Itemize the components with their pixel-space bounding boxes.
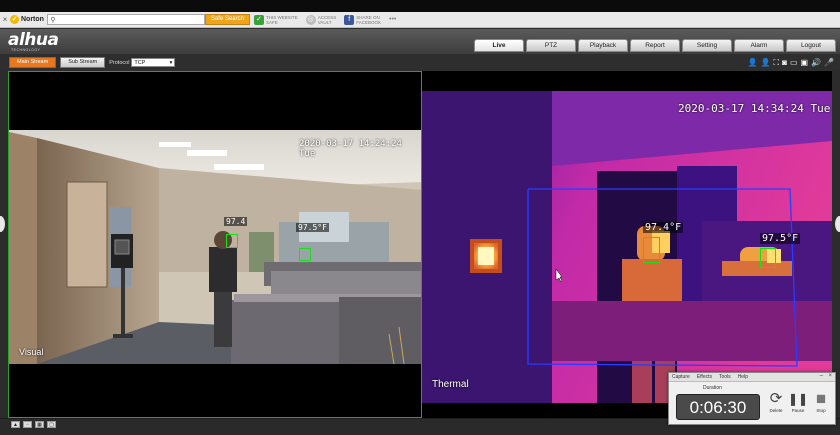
norton-check-icon: ✓ [10, 15, 19, 24]
tab-ptz[interactable]: PTZ [526, 39, 576, 52]
safe-search-button[interactable]: Safe Search [204, 14, 250, 25]
pause-button[interactable]: ❚❚ Pause [787, 390, 809, 413]
tab-alarm[interactable]: Alarm [734, 39, 784, 52]
person-icon[interactable]: 👤 [761, 58, 771, 67]
visual-timestamp: 2020-03-17 14:24:24 Tue [299, 139, 402, 159]
stop-icon: ■ [815, 389, 827, 408]
minimize-icon[interactable]: – [820, 373, 823, 379]
screen-recorder-window: Capture Effects Tools Help – × Duration … [668, 372, 836, 425]
live-tools: 👤 👤 ⛶ ◙ ▭ ▣ 🔊 🎤 [748, 58, 834, 67]
tab-live[interactable]: Live [474, 39, 524, 52]
delete-button[interactable]: ⟳ Delete [765, 390, 787, 413]
audio-icon[interactable]: 🔊 [811, 58, 821, 67]
close-icon[interactable]: × [828, 373, 832, 379]
toolbar-close-icon[interactable]: × [0, 15, 10, 24]
collapse-icon[interactable]: ▲ [11, 421, 20, 428]
safe-line2: SAFE [265, 19, 278, 25]
more-options-icon[interactable]: ••• [389, 16, 396, 23]
norton-logo[interactable]: ✓ Norton [10, 15, 44, 24]
visual-camera-pane[interactable]: 2020-03-17 14:24:24 Tue Visual 97.4 97.5… [8, 71, 422, 418]
pause-label: Pause [791, 408, 805, 413]
thermal-face-box-2 [760, 248, 776, 268]
thermal-camera-pane[interactable]: 2020-03-17 14:34:24 Tue Thermal 97.4°F 9… [422, 71, 832, 418]
main-stream-button[interactable]: Main Stream [9, 57, 57, 68]
thermal-video-feed [422, 71, 832, 418]
tab-report[interactable]: Report [630, 39, 680, 52]
temp-reading-1: 97.4 [224, 217, 248, 226]
fullscreen-layout-icon[interactable]: ▢ [47, 421, 56, 428]
tab-logout[interactable]: Logout [786, 39, 836, 52]
dahua-logo: alhua [8, 30, 59, 50]
main-nav: Live PTZ Playback Report Setting Alarm L… [474, 39, 836, 52]
facebook-icon: f [344, 14, 355, 25]
norton-toolbar: × ✓ Norton ⚲ Safe Search ✓ THIS WEBSITE S… [0, 12, 840, 28]
thermal-temp-1: 97.4°F [643, 222, 684, 233]
thermal-caption: Thermal [432, 379, 469, 390]
stream-toolbar: Main Stream Sub Stream Protocol TCP ▾ 👤 … [0, 54, 840, 71]
fullscreen-icon[interactable]: ⛶ [773, 58, 779, 67]
pause-icon: ❚❚ [787, 392, 809, 406]
tab-playback[interactable]: Playback [578, 39, 628, 52]
visual-video-feed [9, 72, 421, 417]
vault-icon: ◎ [305, 14, 316, 25]
duration-label: Duration [703, 385, 722, 391]
face-box-1 [226, 234, 238, 248]
refresh-icon: ⟳ [769, 390, 783, 407]
menu-capture[interactable]: Capture [672, 374, 690, 380]
access-vault-item[interactable]: ◎ ACCESS VAULT [305, 14, 336, 25]
protocol-select[interactable]: TCP ▾ [131, 58, 176, 67]
app-root: × ✓ Norton ⚲ Safe Search ✓ THIS WEBSITE S… [0, 0, 840, 435]
fb-line2: FACEBOOK [356, 19, 381, 25]
stop-button[interactable]: ■ Stop [810, 389, 832, 414]
visual-caption: Visual [19, 347, 44, 357]
website-safe-item[interactable]: ✓ THIS WEBSITE SAFE [253, 14, 298, 25]
temp-reading-2: 97.5°F [296, 223, 329, 232]
sub-stream-button[interactable]: Sub Stream [60, 57, 106, 68]
left-edge-handle[interactable] [0, 216, 5, 232]
chevron-down-icon: ▾ [169, 59, 173, 66]
menu-help[interactable]: Help [738, 374, 748, 380]
menu-effects[interactable]: Effects [697, 374, 712, 380]
logo-subtitle: TECHNOLOGY [11, 48, 41, 52]
duration-time: 0:06:30 [676, 394, 760, 420]
search-input[interactable] [57, 15, 204, 24]
video-area: 2020-03-17 14:24:24 Tue Visual 97.4 97.5… [8, 71, 832, 418]
layout-icons: ▲ ▫ ▦ ▢ [11, 421, 56, 428]
recorder-body: Duration 0:06:30 ⟳ Delete ❚❚ Pause ■ Sto… [669, 382, 835, 425]
norton-label: Norton [21, 16, 44, 23]
camera-icon[interactable]: ▣ [801, 58, 809, 67]
delete-label: Delete [769, 408, 783, 413]
layout-1-icon[interactable]: ▫ [23, 421, 32, 428]
share-facebook-item[interactable]: f SHARE ON FACEBOOK [344, 14, 381, 25]
recorder-menu: Capture Effects Tools Help – × [669, 373, 835, 382]
protocol-label: Protocol [109, 59, 130, 66]
record-icon[interactable]: ▭ [790, 58, 798, 67]
window-titlebar [0, 0, 840, 12]
vault-line2: VAULT [317, 19, 332, 25]
layout-4-icon[interactable]: ▦ [35, 421, 44, 428]
right-edge-handle[interactable] [835, 216, 840, 232]
thermal-face-box-1 [643, 237, 660, 263]
menu-tools[interactable]: Tools [719, 374, 731, 380]
person-icon[interactable]: 👤 [748, 58, 758, 67]
search-icon: ⚲ [50, 16, 56, 24]
shield-check-icon: ✓ [253, 14, 264, 25]
tab-setting[interactable]: Setting [682, 39, 732, 52]
app-header: alhua TECHNOLOGY Live PTZ Playback Repor… [0, 29, 840, 54]
thermal-timestamp: 2020-03-17 14:34:24 Tue [678, 102, 831, 115]
face-box-2 [299, 248, 311, 261]
stop-label: Stop [816, 408, 826, 413]
norton-search-box[interactable]: ⚲ [46, 14, 205, 25]
snapshot-icon[interactable]: ◙ [782, 58, 787, 67]
thermal-temp-2: 97.5°F [760, 233, 801, 244]
microphone-icon[interactable]: 🎤 [824, 58, 834, 67]
protocol-value: TCP [134, 59, 146, 66]
